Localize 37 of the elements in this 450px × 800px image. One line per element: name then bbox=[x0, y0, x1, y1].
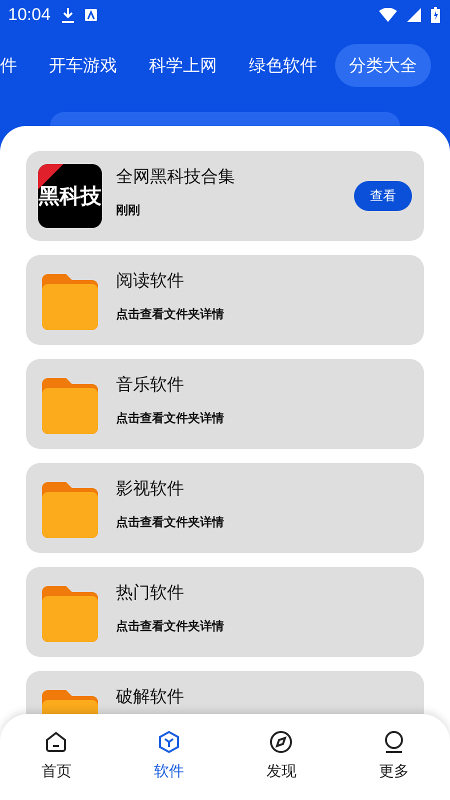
nav-item[interactable]: 首页 bbox=[0, 714, 112, 800]
home-icon bbox=[44, 730, 68, 754]
signal-icon bbox=[407, 8, 421, 22]
category-tab[interactable]: 绿色软件 bbox=[235, 44, 331, 86]
download-icon bbox=[60, 7, 75, 23]
folder-card[interactable]: 音乐软件 点击查看文件夹详情 bbox=[26, 359, 424, 449]
battery-icon bbox=[431, 7, 440, 23]
folder-card[interactable]: 影视软件 点击查看文件夹详情 bbox=[26, 463, 424, 553]
folder-card[interactable]: 热门软件 点击查看文件夹详情 bbox=[26, 567, 424, 657]
category-tab[interactable]: 开车游戏 bbox=[35, 44, 131, 86]
item-title: 全网黑科技合集 bbox=[116, 166, 236, 188]
app-logo-icon: 黑科技 bbox=[38, 164, 102, 228]
view-button[interactable]: 查看 bbox=[354, 181, 412, 211]
cube-icon bbox=[156, 730, 181, 754]
app-card[interactable]: 黑科技 全网黑科技合集 刚刚 查看 bbox=[26, 151, 424, 241]
nav-item[interactable]: 软件 bbox=[112, 714, 225, 800]
item-title: 热门软件 bbox=[116, 582, 185, 604]
item-subtitle: 点击查看文件夹详情 bbox=[116, 410, 225, 427]
item-title: 阅读软件 bbox=[116, 270, 185, 292]
nav-item[interactable]: 发现 bbox=[225, 714, 338, 800]
compass-icon bbox=[269, 730, 294, 754]
nav-item[interactable]: 更多 bbox=[338, 714, 450, 800]
folder-card[interactable]: 阅读软件 点击查看文件夹详情 bbox=[26, 255, 424, 345]
item-title: 破解软件 bbox=[116, 686, 185, 708]
item-subtitle: 点击查看文件夹详情 bbox=[116, 306, 225, 323]
notification-icon bbox=[84, 9, 97, 21]
item-subtitle: 点击查看文件夹详情 bbox=[116, 618, 225, 635]
wifi-icon bbox=[379, 8, 397, 22]
folder-card[interactable]: 破解软件 bbox=[26, 671, 424, 714]
category-tab[interactable]: 件 bbox=[0, 44, 31, 86]
item-subtitle: 刚刚 bbox=[116, 202, 141, 219]
category-tab[interactable]: 科学上网 bbox=[135, 44, 231, 86]
item-title: 音乐软件 bbox=[116, 374, 185, 396]
category-tab[interactable]: 分类大全 bbox=[335, 44, 431, 86]
status-time: 10:04 bbox=[8, 5, 51, 25]
item-subtitle: 点击查看文件夹详情 bbox=[116, 514, 225, 531]
item-title: 影视软件 bbox=[116, 478, 185, 500]
